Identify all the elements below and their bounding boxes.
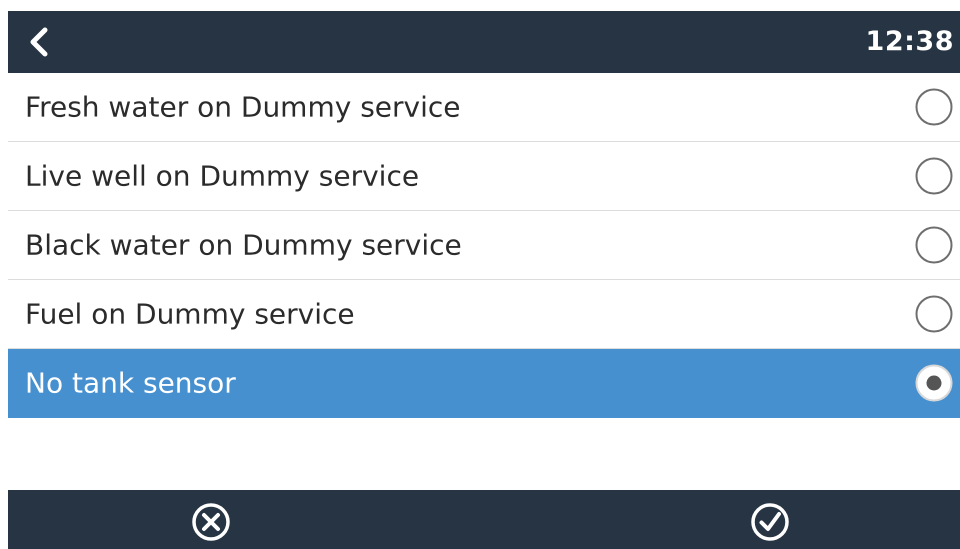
list-item[interactable]: Black water on Dummy service: [8, 211, 960, 280]
back-chevron-icon[interactable]: [26, 27, 52, 57]
list-item-label: Fuel on Dummy service: [25, 297, 355, 331]
radio-unchecked-icon[interactable]: [914, 156, 954, 196]
list-item-label: Fresh water on Dummy service: [25, 90, 461, 124]
cancel-circle-x-icon[interactable]: [191, 502, 231, 542]
list-item-selected[interactable]: No tank sensor: [8, 349, 960, 418]
clock: 12:38: [865, 26, 954, 57]
radio-checked-icon[interactable]: [914, 363, 954, 403]
radio-unchecked-icon[interactable]: [914, 225, 954, 265]
list-item-label: Live well on Dummy service: [25, 159, 420, 193]
top-bar: 12:38: [8, 11, 960, 73]
tank-sensor-selector-screen: 12:38 Fresh water on Dummy service Live …: [0, 0, 960, 549]
bottom-bar: [8, 490, 960, 549]
radio-unchecked-icon[interactable]: [914, 87, 954, 127]
list-item[interactable]: Fresh water on Dummy service: [8, 73, 960, 142]
list-item-label: No tank sensor: [25, 366, 236, 400]
confirm-circle-check-icon[interactable]: [750, 502, 790, 542]
list-item[interactable]: Fuel on Dummy service: [8, 280, 960, 349]
sensor-option-list: Fresh water on Dummy service Live well o…: [8, 73, 960, 418]
radio-unchecked-icon[interactable]: [914, 294, 954, 334]
list-item-label: Black water on Dummy service: [25, 228, 462, 262]
list-item[interactable]: Live well on Dummy service: [8, 142, 960, 211]
